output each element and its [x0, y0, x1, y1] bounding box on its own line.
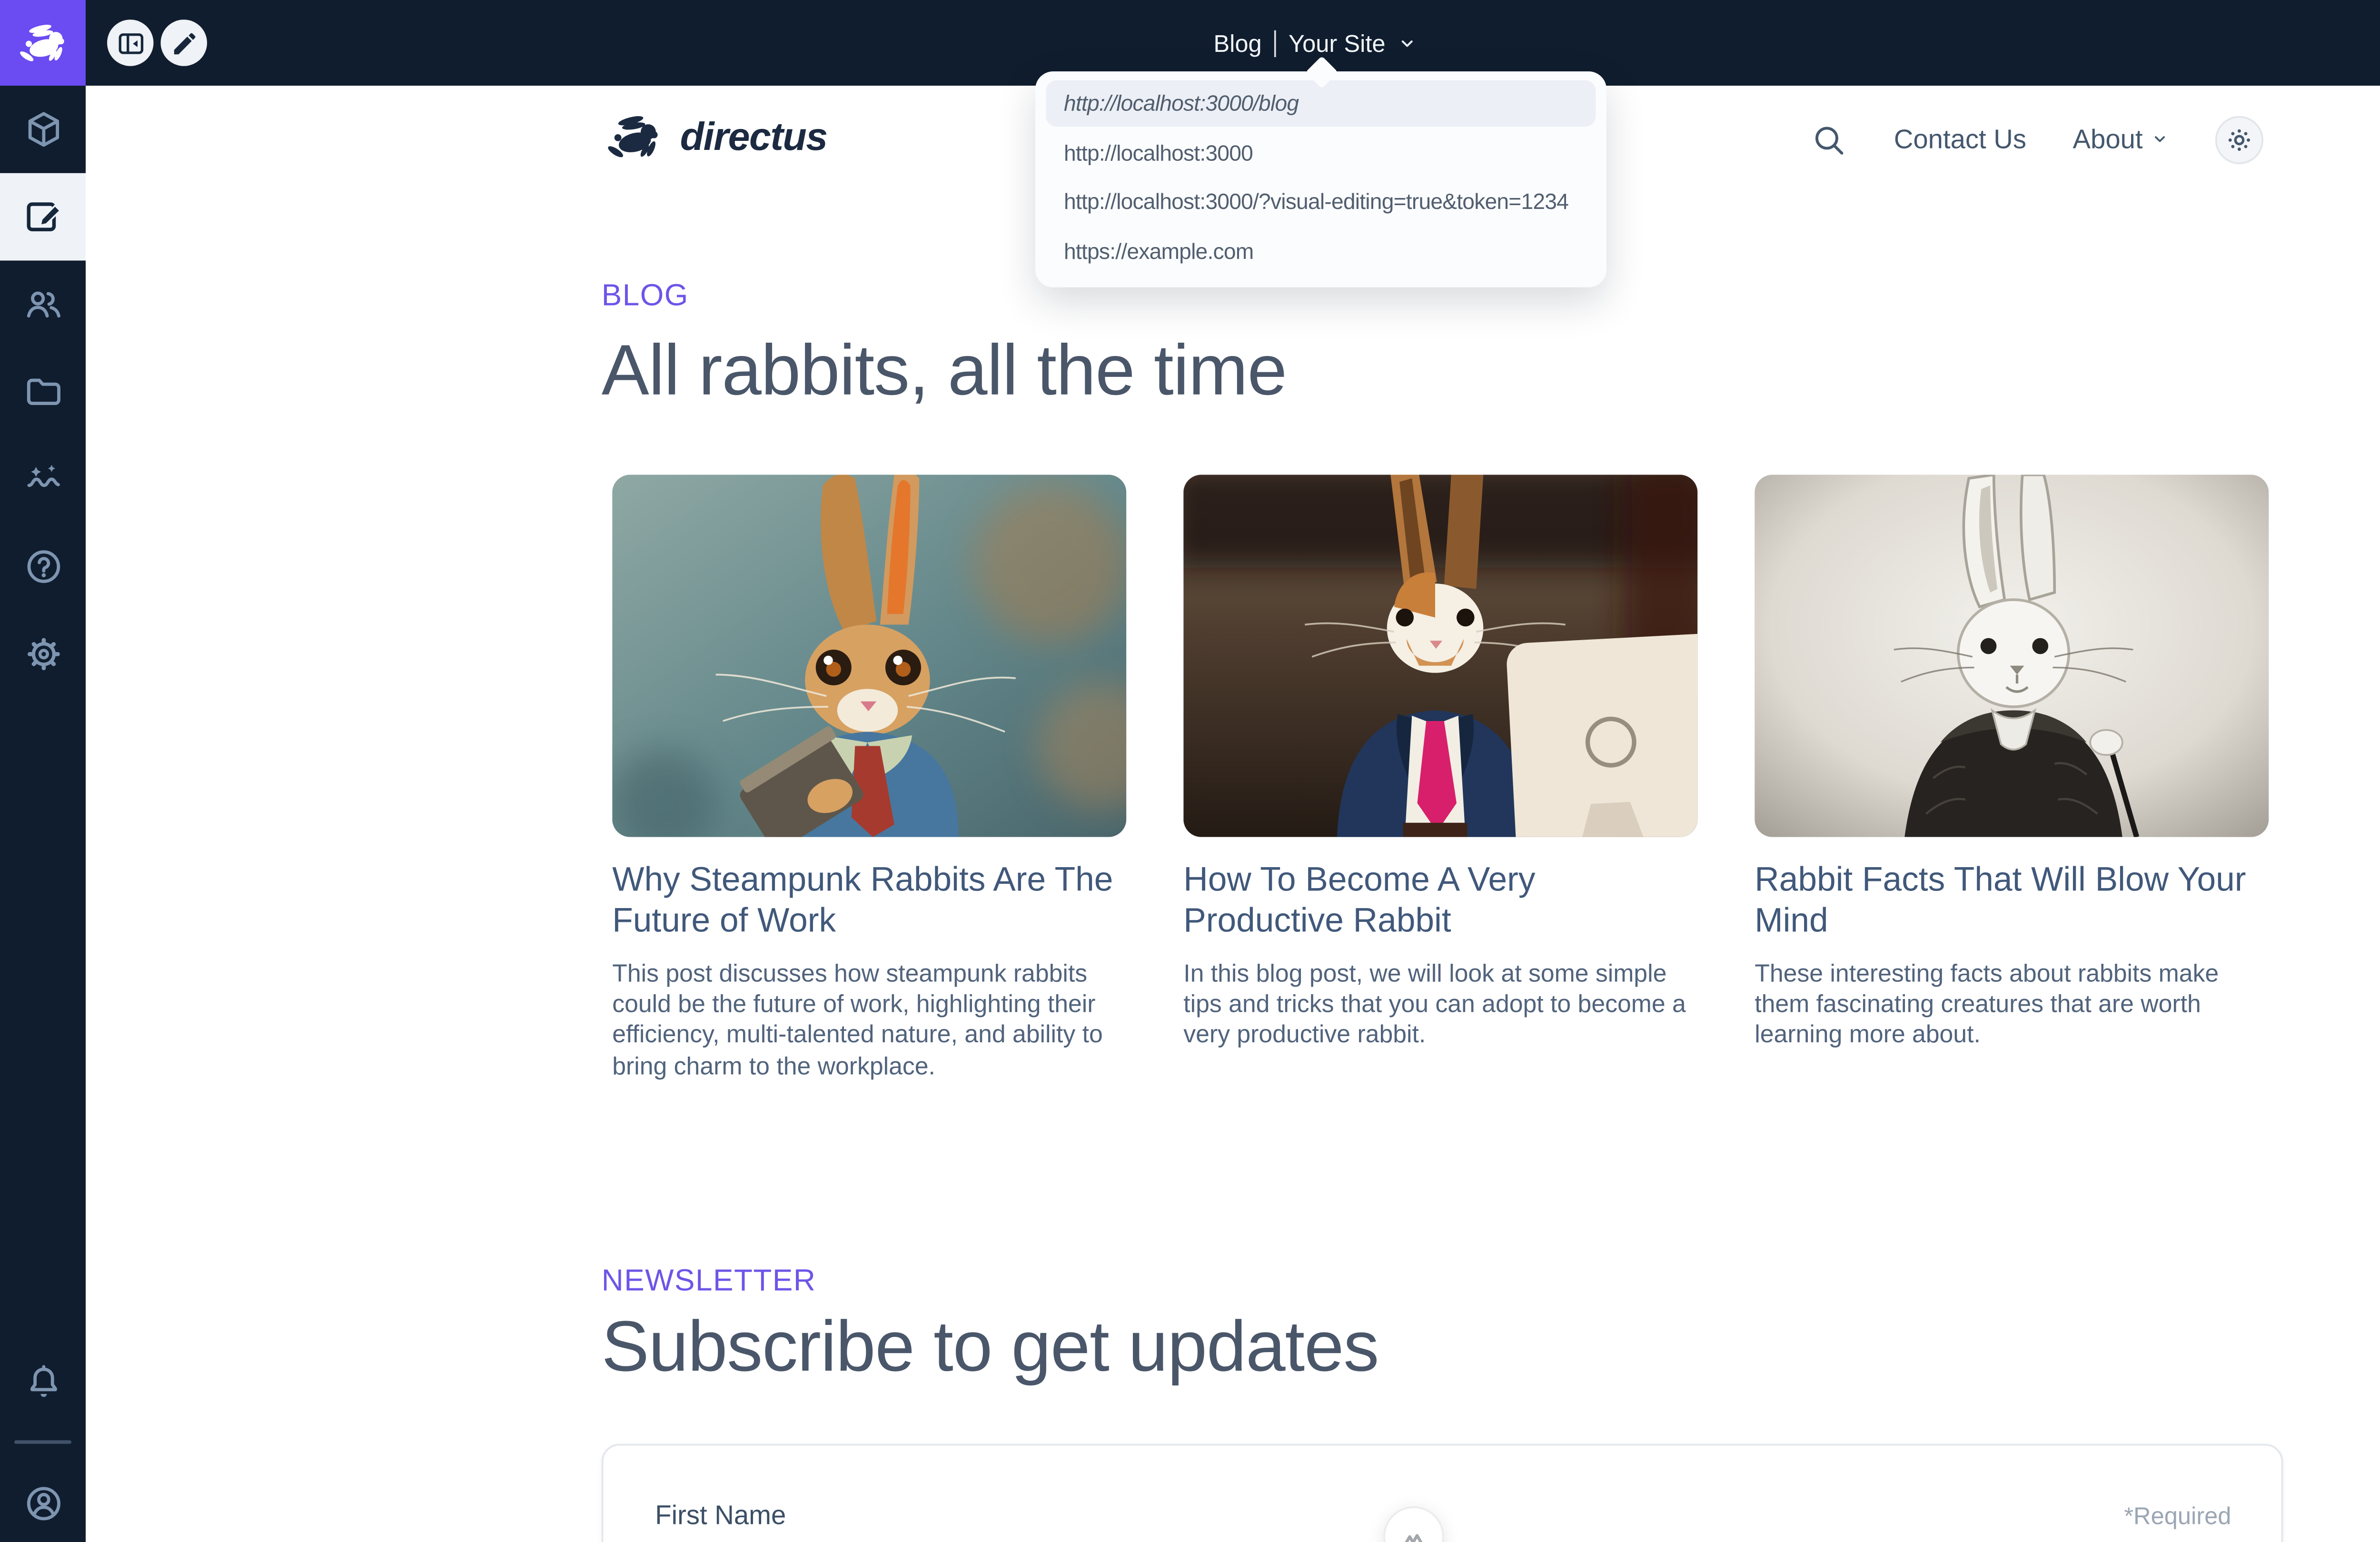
sidebar-item-content[interactable]	[0, 86, 86, 173]
help-icon	[22, 546, 63, 587]
post-image-vintage-rabbit	[1755, 475, 2269, 837]
url-menu-item[interactable]: http://localhost:3000/?visual-editing=tr…	[1046, 178, 1596, 225]
url-menu: http://localhost:3000/blog http://localh…	[1035, 71, 1606, 287]
rabbit-logo-icon	[602, 112, 666, 160]
blog-post-card[interactable]: How To Become A Very Productive Rabbit I…	[1183, 475, 1697, 1081]
gear-icon	[22, 633, 63, 674]
newsletter-title: Subscribe to get updates	[602, 1308, 1378, 1389]
panel-collapse-icon	[115, 28, 146, 58]
account-circle-icon	[22, 1482, 63, 1523]
users-icon	[22, 284, 63, 325]
chevron-down-icon	[2152, 130, 2170, 148]
blog-page-title: All rabbits, all the time	[602, 332, 1287, 413]
sidebar-item-visual-editor[interactable]	[0, 173, 86, 261]
post-image-steampunk-rabbit	[612, 475, 1126, 837]
sidebar-item-files[interactable]	[0, 348, 86, 435]
toggle-panel-button[interactable]	[107, 20, 154, 66]
blog-eyebrow: BLOG	[602, 278, 689, 314]
cube-icon	[22, 109, 63, 150]
current-page-label: Blog	[1213, 30, 1261, 56]
sidebar-divider	[14, 1440, 71, 1444]
module-bar	[0, 86, 86, 1542]
post-title: Rabbit Facts That Will Blow Your Mind	[1755, 862, 2269, 942]
edit-mode-button[interactable]	[161, 20, 208, 66]
insights-sparkle-icon	[22, 459, 63, 500]
url-menu-item-current[interactable]: http://localhost:3000/blog	[1046, 80, 1596, 127]
url-menu-item[interactable]: https://example.com	[1046, 227, 1596, 274]
switcher-divider	[1274, 30, 1276, 56]
blog-post-card[interactable]: Rabbit Facts That Will Blow Your Mind Th…	[1755, 475, 2269, 1081]
nav-link-contact-us[interactable]: Contact Us	[1894, 124, 2026, 155]
site-nav: Contact Us About	[1810, 112, 2264, 166]
post-description: These interesting facts about rabbits ma…	[1755, 959, 2269, 1051]
url-menu-item[interactable]: http://localhost:3000	[1046, 129, 1596, 176]
nav-link-about: About	[2073, 124, 2143, 155]
sun-icon	[2225, 124, 2255, 155]
post-title: Why Steampunk Rabbits Are The Future of …	[612, 862, 1126, 942]
post-image-business-rabbit	[1183, 475, 1697, 837]
directus-visual-editor: Blog Your Site 1860 × 1020 100%	[0, 0, 2380, 1542]
sidebar-item-users[interactable]	[0, 261, 86, 348]
blog-post-grid: Why Steampunk Rabbits Are The Future of …	[612, 475, 2269, 1081]
post-title: How To Become A Very Productive Rabbit	[1183, 862, 1697, 942]
search-icon[interactable]	[1810, 120, 1848, 158]
post-description: This post discusses how steampunk rabbit…	[612, 959, 1126, 1081]
user-account-button[interactable]	[0, 1463, 86, 1542]
theme-toggle-button[interactable]	[2216, 115, 2264, 163]
post-description: In this blog post, we will look at some …	[1183, 959, 1697, 1051]
bell-icon	[22, 1361, 63, 1402]
nuxt-logo-icon	[1398, 1522, 1430, 1542]
folder-icon	[22, 371, 63, 412]
brand-wordmark: directus	[680, 113, 827, 160]
rabbit-logo-icon	[14, 21, 71, 64]
current-site-label: Your Site	[1289, 30, 1386, 56]
first-name-label: First Name	[655, 1501, 786, 1532]
sidebar-spacer	[0, 698, 86, 1342]
website-preview: directus Contact Us About BLOG All rabbi…	[86, 86, 2380, 1542]
site-brand-logo[interactable]: directus	[602, 112, 827, 160]
pencil-icon	[169, 28, 199, 58]
directus-app-logo[interactable]	[0, 0, 86, 86]
newsletter-eyebrow: NEWSLETTER	[602, 1264, 816, 1299]
chevron-down-icon	[1398, 33, 1418, 52]
nav-dropdown-about[interactable]: About	[2073, 124, 2170, 155]
edit-square-icon	[22, 197, 63, 237]
notifications-button[interactable]	[0, 1342, 86, 1421]
sidebar-item-insights[interactable]	[0, 435, 86, 523]
sidebar-item-settings[interactable]	[0, 611, 86, 698]
required-hint: *Required	[2124, 1503, 2231, 1530]
sidebar-item-help[interactable]	[0, 523, 86, 611]
blog-post-card[interactable]: Why Steampunk Rabbits Are The Future of …	[612, 475, 1126, 1081]
